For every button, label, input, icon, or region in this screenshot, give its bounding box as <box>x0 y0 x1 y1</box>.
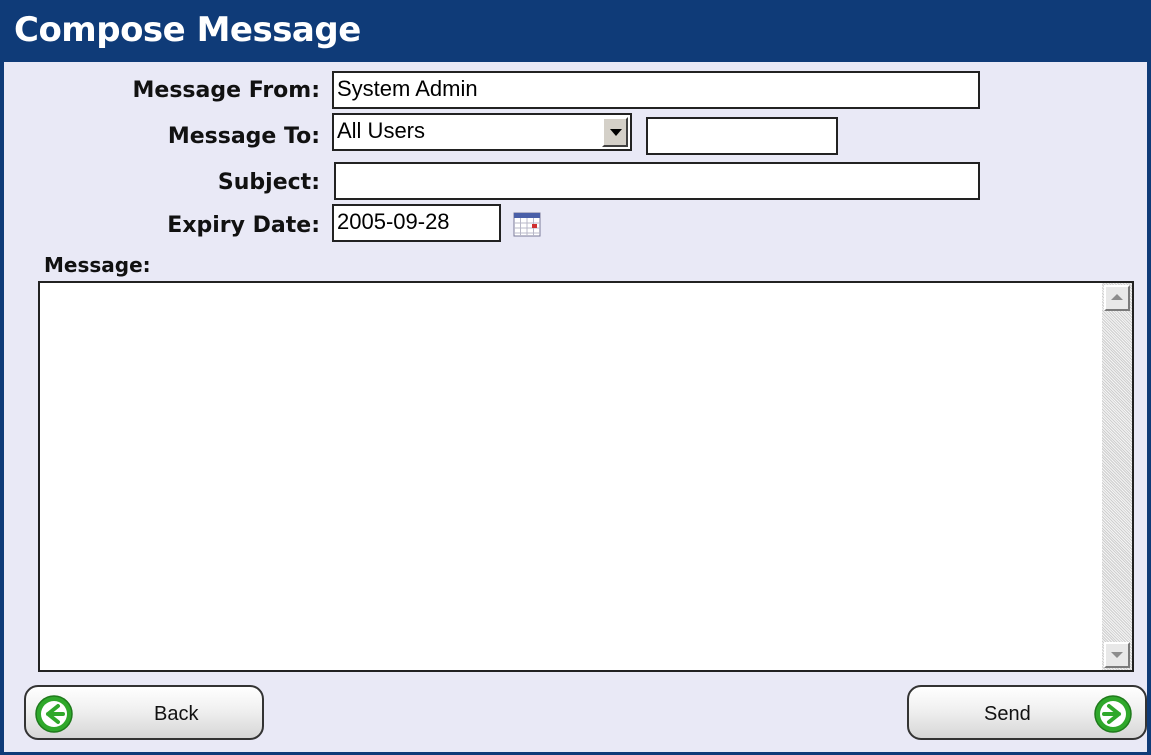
message-to-select[interactable]: All Users <box>332 113 632 151</box>
scroll-down-icon[interactable] <box>1104 642 1130 668</box>
arrow-right-icon <box>1094 695 1132 733</box>
send-button-label: Send <box>984 703 1031 725</box>
message-to-recipient-field[interactable] <box>646 117 838 155</box>
expiry-date-field[interactable]: 2005-09-28 <box>332 204 501 242</box>
arrow-left-icon <box>35 695 73 733</box>
compose-message-panel: Compose Message Message From: System Adm… <box>0 0 1151 755</box>
message-textarea[interactable] <box>38 281 1134 672</box>
back-button-label: Back <box>154 703 199 725</box>
subject-label: Subject: <box>217 170 320 195</box>
send-button[interactable]: Send <box>907 685 1147 740</box>
subject-field[interactable] <box>334 162 980 200</box>
scroll-up-icon[interactable] <box>1104 285 1130 311</box>
message-from-label: Message From: <box>132 78 320 103</box>
back-button[interactable]: Back <box>24 685 264 740</box>
message-scrollbar[interactable] <box>1102 283 1132 670</box>
message-from-field[interactable]: System Admin <box>332 71 980 109</box>
page-title: Compose Message <box>4 0 1151 62</box>
message-to-selected-value: All Users <box>337 118 426 143</box>
calendar-icon[interactable] <box>512 210 542 238</box>
expiry-date-label: Expiry Date: <box>167 213 320 238</box>
chevron-down-icon[interactable] <box>602 117 628 147</box>
message-to-label: Message To: <box>167 124 320 149</box>
message-label: Message: <box>44 253 151 277</box>
